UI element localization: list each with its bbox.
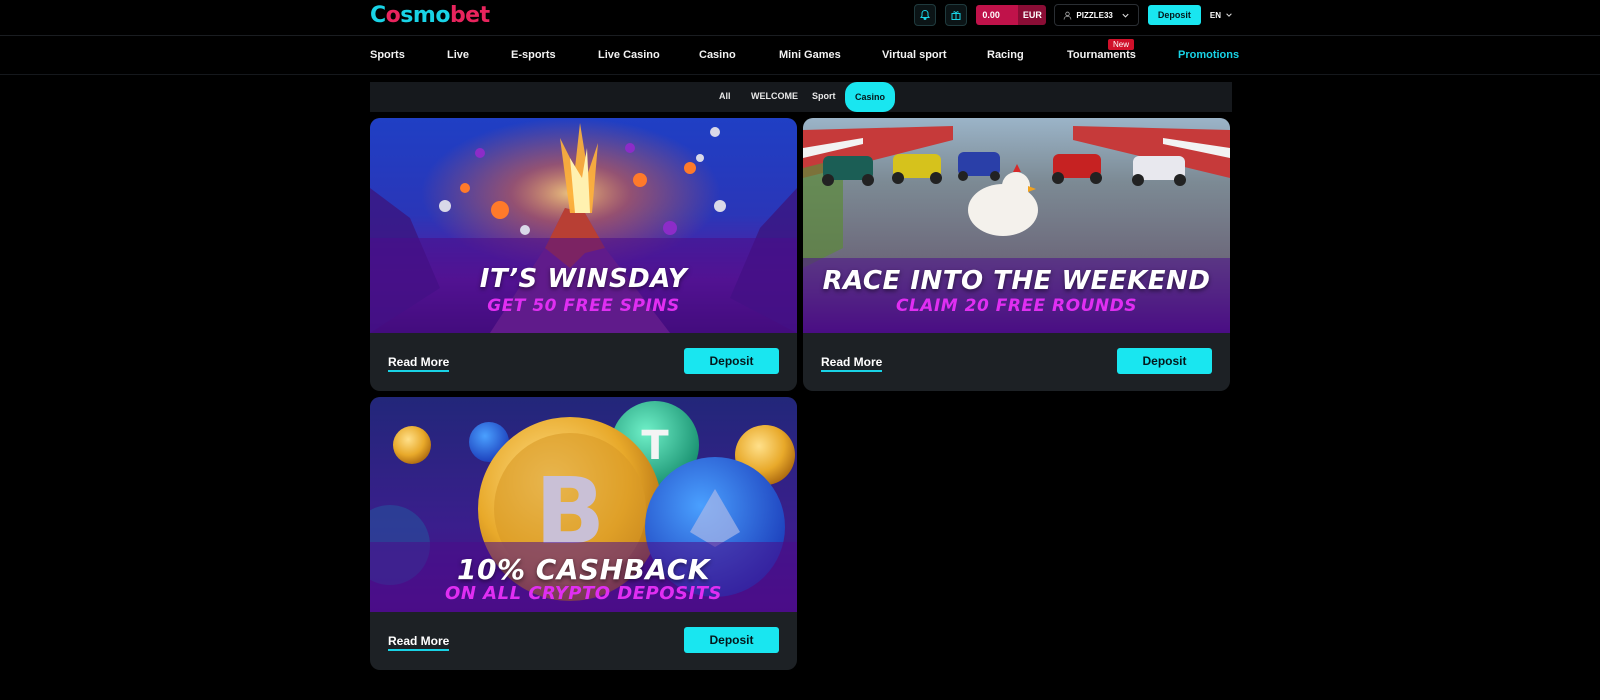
nav-tournaments[interactable]: Tournaments xyxy=(1067,49,1136,61)
promo-card-footer: Read More Deposit xyxy=(370,612,797,670)
bell-icon xyxy=(920,9,931,20)
gift-icon xyxy=(951,11,961,20)
promo-card-winsday: IT’S WINSDAY GET 50 FREE SPINS Read More… xyxy=(370,118,797,391)
new-badge: New xyxy=(1108,39,1135,50)
nav-mini-games[interactable]: Mini Games xyxy=(779,49,841,61)
promo-subtitle: ON ALL CRYPTO DEPOSITS xyxy=(445,583,722,604)
promo-banner-cashback[interactable]: T B 10% CASHBACK ON ALL CRYPTO DEPOSITS xyxy=(370,397,797,612)
promo-card-footer: Read More Deposit xyxy=(370,333,797,391)
nav-promotions[interactable]: Promotions xyxy=(1178,49,1239,61)
language-label: EN xyxy=(1209,10,1221,20)
header-deposit-button[interactable]: Deposit xyxy=(1147,5,1201,25)
promo-subtitle: GET 50 FREE SPINS xyxy=(487,296,680,316)
filter-tab-welcome[interactable]: WELCOME xyxy=(751,91,798,101)
header-actions: 0.00 EUR PIZZLE33 Deposit EN xyxy=(914,4,1233,26)
deposit-button[interactable]: Deposit xyxy=(684,348,779,374)
deposit-button[interactable]: Deposit xyxy=(684,627,779,653)
main-navigation: Sports Live E-sports Live Casino Casino … xyxy=(0,37,1600,75)
promo-subtitle: CLAIM 20 FREE ROUNDS xyxy=(896,296,1137,316)
read-more-link[interactable]: Read More xyxy=(388,634,450,651)
chevron-down-icon xyxy=(1122,13,1129,18)
chevron-down-icon xyxy=(1226,13,1232,17)
nav-live[interactable]: Live xyxy=(447,49,469,61)
user-icon xyxy=(1064,11,1072,20)
promo-card-race: RACE INTO THE WEEKEND CLAIM 20 FREE ROUN… xyxy=(803,118,1230,391)
read-more-link[interactable]: Read More xyxy=(821,355,883,372)
filter-tab-sport[interactable]: Sport xyxy=(812,91,836,101)
promotion-filter-bar: All WELCOME Sport Casino xyxy=(370,82,1232,112)
promo-title: 10% CASHBACK xyxy=(457,553,710,586)
notifications-button[interactable] xyxy=(914,4,937,26)
read-more-link[interactable]: Read More xyxy=(388,355,450,372)
language-selector[interactable]: EN xyxy=(1210,11,1233,20)
balance-currency: EUR xyxy=(1018,5,1047,25)
promo-banner-race[interactable]: RACE INTO THE WEEKEND CLAIM 20 FREE ROUN… xyxy=(803,118,1230,333)
nav-sports[interactable]: Sports xyxy=(370,49,405,61)
nav-virtual-sport[interactable]: Virtual sport xyxy=(882,49,947,61)
balance-amount: 0.00 xyxy=(976,5,1019,25)
deposit-button[interactable]: Deposit xyxy=(1117,348,1212,374)
promo-title: RACE INTO THE WEEKEND xyxy=(822,266,1211,296)
top-header: Cosmobet 0.00 EUR PIZZLE33 Deposit EN xyxy=(0,0,1600,36)
promo-card-footer: Read More Deposit xyxy=(803,333,1230,391)
promo-card-cashback: T B 10% CASHBACK ON ALL CRYPTO DEPOSITS … xyxy=(370,397,797,670)
filter-tab-all[interactable]: All xyxy=(719,91,731,101)
nav-casino[interactable]: Casino xyxy=(699,49,736,61)
promo-title: IT’S WINSDAY xyxy=(479,264,688,294)
cosmobet-logo[interactable]: Cosmobet xyxy=(370,2,490,30)
balance-widget[interactable]: 0.00 EUR xyxy=(976,5,1047,25)
promo-banner-winsday[interactable]: IT’S WINSDAY GET 50 FREE SPINS xyxy=(370,118,797,333)
filter-tab-casino[interactable]: Casino xyxy=(845,82,896,112)
nav-racing[interactable]: Racing xyxy=(987,49,1024,61)
nav-esports[interactable]: E-sports xyxy=(511,49,556,61)
nav-live-casino[interactable]: Live Casino xyxy=(598,49,660,61)
user-menu[interactable]: PIZZLE33 xyxy=(1054,4,1139,26)
username: PIZZLE33 xyxy=(1076,10,1113,20)
gift-button[interactable] xyxy=(945,4,968,26)
